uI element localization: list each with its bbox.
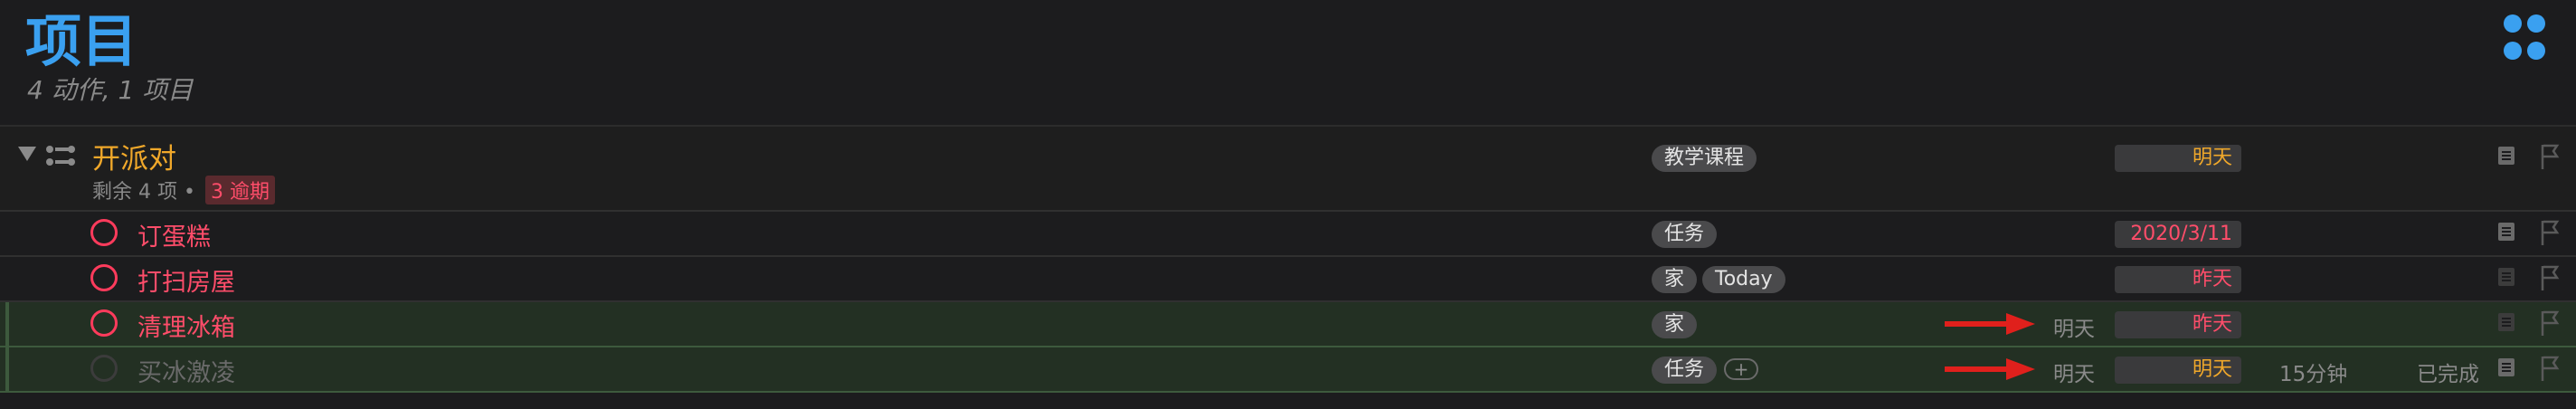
project-meta: 剩余 4 项 • 3 逾期 — [92, 176, 275, 204]
note-icon[interactable] — [2498, 147, 2514, 165]
app-logo-icon[interactable] — [2504, 14, 2558, 69]
add-tag-button[interactable]: + — [1724, 358, 1758, 380]
task-status[interactable]: 已完成 — [2417, 357, 2479, 387]
header: 项目 4 动作, 1 项目 — [0, 0, 2576, 125]
flag-icon[interactable] — [2540, 355, 2560, 382]
task-estimate[interactable]: 15分钟 — [2279, 357, 2347, 387]
checkbox-circle-icon[interactable] — [90, 309, 118, 337]
checkbox-circle-icon[interactable] — [90, 219, 118, 246]
task-row[interactable]: 买冰激凌 任务 + 明天 明天 15分钟 已完成 — [0, 347, 2576, 391]
task-title[interactable]: 打扫房屋 — [137, 262, 235, 298]
task-row[interactable]: 清理冰箱 家 明天 昨天 — [0, 302, 2576, 346]
project-sequential-icon — [46, 146, 75, 166]
flag-icon[interactable] — [2540, 143, 2560, 170]
task-due-date[interactable]: 明天 — [2115, 357, 2241, 384]
page-subtitle: 4 动作, 1 项目 — [27, 75, 194, 105]
flag-icon[interactable] — [2540, 264, 2560, 291]
project-tag[interactable]: 教学课程 — [1652, 145, 1757, 172]
task-tag[interactable]: Today — [1702, 266, 1785, 293]
task-title[interactable]: 买冰激凌 — [137, 353, 235, 388]
project-due-date[interactable]: 明天 — [2115, 145, 2241, 172]
checkbox-circle-icon[interactable] — [90, 355, 118, 382]
note-icon[interactable] — [2498, 223, 2514, 241]
task-defer-date[interactable]: 明天 — [2053, 357, 2095, 387]
task-tag[interactable]: 家 — [1652, 266, 1698, 293]
checkbox-circle-icon[interactable] — [90, 264, 118, 291]
note-icon[interactable] — [2498, 313, 2514, 331]
project-title[interactable]: 开派对 — [92, 136, 176, 176]
task-due-date[interactable]: 昨天 — [2115, 266, 2241, 293]
selection-bar — [5, 302, 9, 346]
note-icon[interactable] — [2498, 268, 2514, 286]
task-tag[interactable]: 家 — [1652, 311, 1698, 338]
flag-icon[interactable] — [2540, 309, 2560, 337]
project-remaining: 剩余 4 项 • — [92, 181, 195, 204]
task-row[interactable]: 订蛋糕 任务 2020/3/11 — [0, 212, 2576, 255]
flag-icon[interactable] — [2540, 219, 2560, 246]
overdue-badge: 3 逾期 — [204, 176, 275, 204]
project-row[interactable]: 开派对 剩余 4 项 • 3 逾期 教学课程 明天 — [0, 127, 2576, 210]
selection-bar — [5, 347, 9, 391]
task-tag[interactable]: 任务 — [1652, 357, 1718, 384]
task-title[interactable]: 清理冰箱 — [137, 308, 235, 343]
task-due-date[interactable]: 2020/3/11 — [2115, 221, 2241, 248]
task-title[interactable]: 订蛋糕 — [137, 217, 211, 252]
page-title: 项目 — [25, 8, 138, 74]
red-arrow-icon — [1945, 313, 2035, 335]
row-divider — [0, 391, 2576, 393]
task-row[interactable]: 打扫房屋 家 Today 昨天 — [0, 257, 2576, 300]
note-icon[interactable] — [2498, 358, 2514, 376]
disclosure-triangle-icon[interactable] — [18, 147, 36, 161]
red-arrow-icon — [1945, 358, 2035, 380]
task-due-date[interactable]: 昨天 — [2115, 311, 2241, 338]
task-defer-date[interactable]: 明天 — [2053, 311, 2095, 342]
task-tag[interactable]: 任务 — [1652, 221, 1718, 248]
